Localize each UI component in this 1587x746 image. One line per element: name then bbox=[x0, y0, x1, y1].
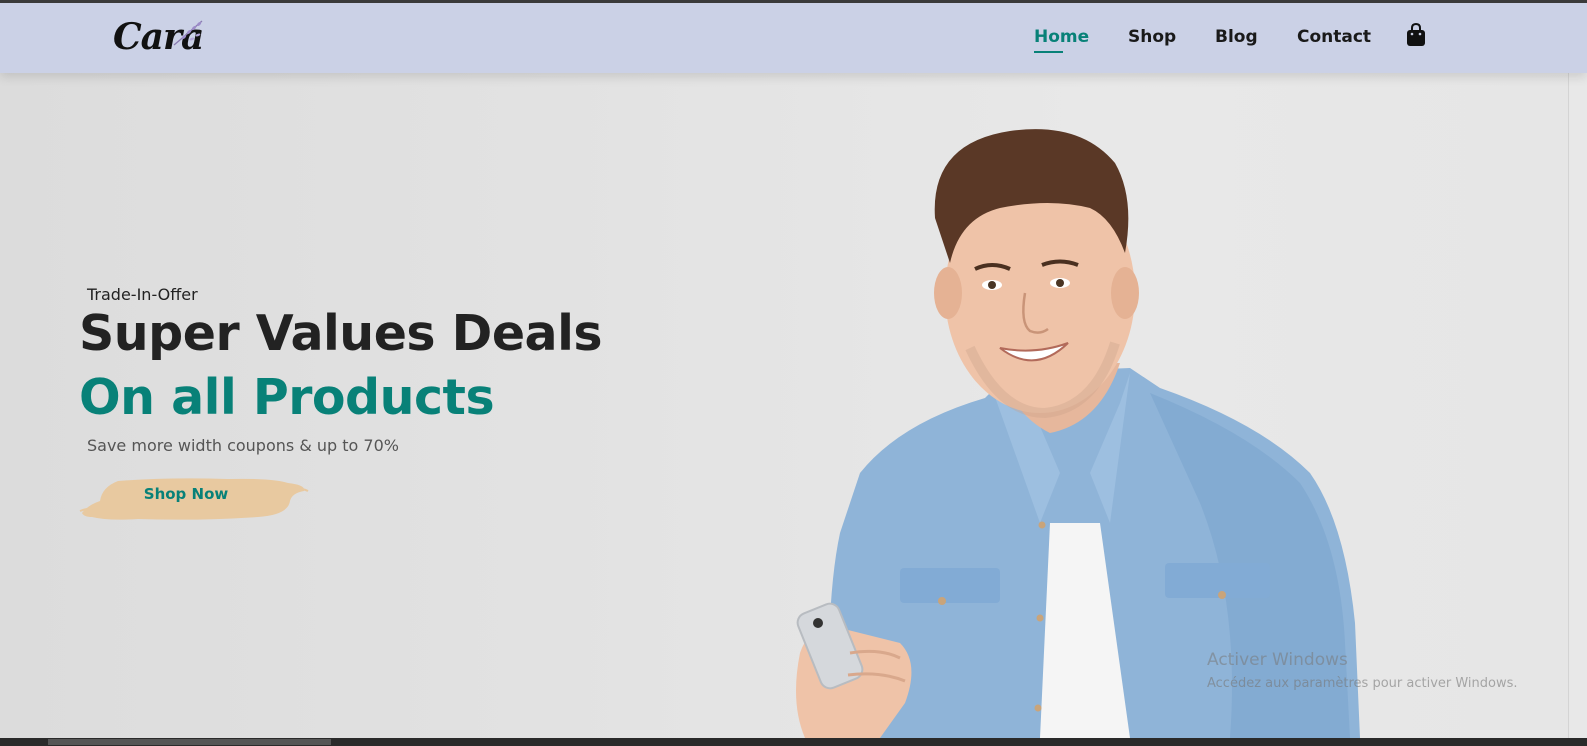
lavender-sprig-icon bbox=[173, 20, 203, 46]
nav-home[interactable]: Home bbox=[1034, 27, 1089, 47]
shop-now-label: Shop Now bbox=[143, 485, 229, 503]
nav-home-underline bbox=[1034, 51, 1063, 53]
hero-subheadline: On all Products bbox=[79, 369, 495, 426]
navbar: Cara Home Shop Blog Contact bbox=[0, 3, 1587, 73]
shop-now-button[interactable]: Shop Now bbox=[78, 471, 310, 525]
page: Cara Home Shop Blog Contact Trade-In-Off… bbox=[0, 3, 1587, 738]
taskbar-strip bbox=[0, 738, 1587, 746]
hero-headline: Super Values Deals bbox=[79, 305, 603, 362]
hero-eyebrow: Trade-In-Offer bbox=[87, 285, 198, 304]
nav-blog[interactable]: Blog bbox=[1215, 27, 1258, 47]
shopping-bag-icon[interactable] bbox=[1406, 23, 1426, 47]
nav-shop[interactable]: Shop bbox=[1128, 27, 1176, 47]
nav-contact[interactable]: Contact bbox=[1297, 27, 1371, 47]
windows-activation-subtitle: Accédez aux paramètres pour activer Wind… bbox=[1207, 676, 1518, 691]
scrollbar-track[interactable] bbox=[1568, 3, 1587, 738]
hero-description: Save more width coupons & up to 70% bbox=[87, 436, 399, 455]
windows-activation-title: Activer Windows bbox=[1207, 650, 1348, 670]
taskbar-tab[interactable] bbox=[48, 739, 331, 745]
